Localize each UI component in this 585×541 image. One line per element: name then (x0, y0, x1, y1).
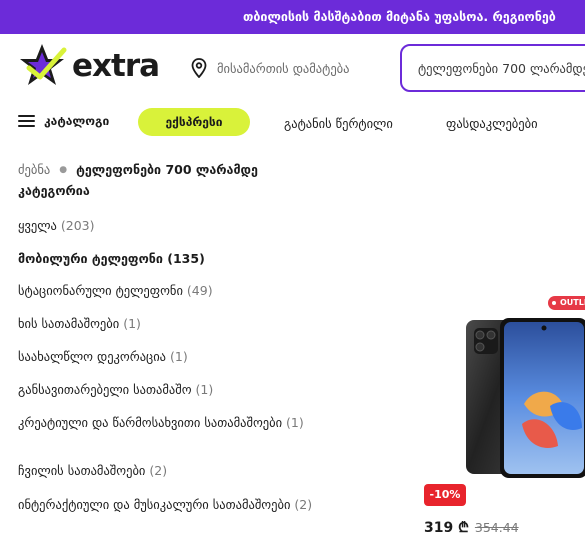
category-item-mobile-phones[interactable]: მობილური ტელეფონი (135) (18, 250, 358, 267)
discount-badge: -10% (424, 484, 466, 506)
category-label: მობილური ტელეფონი (18, 251, 163, 266)
breadcrumb-current: ტელეფონები 700 ლარამდე (76, 162, 258, 177)
product-card[interactable]: OUTLET -10% 319 ₾ (420, 296, 585, 541)
category-count: (135) (167, 251, 205, 266)
category-item-creative-toys[interactable]: კრეატიული და წარმოსახვითი სათამაშოები (1… (18, 414, 358, 431)
category-count: (1) (170, 349, 188, 364)
category-item-interactive-music-toys[interactable]: ინტერაქტიული და მუსიკალური სათამაშოები (… (18, 496, 358, 513)
old-price: 354.44 (474, 520, 519, 535)
category-item-new-year-decor[interactable]: საახალწლო დეკორაცია (1) (18, 348, 358, 365)
category-item-baby-toys[interactable]: ჩვილის სათამაშოები (2) (18, 462, 358, 479)
express-button[interactable]: ექსპრესი (138, 108, 250, 136)
extra-logo[interactable]: extra (20, 42, 160, 92)
main-nav: კატალოგი ექსპრესი გატანის წერტილი ფასდაკ… (0, 102, 585, 146)
category-count: (1) (123, 316, 141, 331)
star-logo-icon (20, 44, 67, 85)
catalog-button[interactable]: კატალოგი (18, 114, 109, 128)
category-count: (2) (294, 497, 313, 512)
category-item-landline-phones[interactable]: სტაციონარული ტელეფონი (49) (18, 282, 358, 299)
location-pin-icon (191, 58, 207, 78)
address-label: მისამართის დამატება (217, 60, 350, 76)
breadcrumb: ძებნა ● ტელეფონები 700 ლარამდე (18, 162, 258, 177)
category-filter-title: კატეგორია (18, 183, 90, 198)
promo-text: თბილისის მასშტაბით მიტანა უფასოა. რეგიონ… (243, 9, 556, 24)
address-selector[interactable]: მისამართის დამატება (191, 56, 349, 80)
outlet-badge: OUTLET (548, 296, 585, 310)
dot-icon (552, 301, 556, 305)
current-price: 319 ₾ (424, 520, 469, 536)
promo-bar: თბილისის მასშტაბით მიტანა უფასოა. რეგიონ… (0, 0, 585, 34)
category-label: კრეატიული და წარმოსახვითი სათამაშოები (18, 415, 283, 430)
category-item-all[interactable]: ყველა (203) (18, 217, 358, 234)
category-count: (1) (286, 415, 304, 430)
category-item-developmental-toy[interactable]: განსავითარებელი სათამაშო (1) (18, 381, 358, 398)
category-count: (49) (186, 283, 213, 298)
search-box[interactable] (400, 44, 585, 92)
category-label: ინტერაქტიული და მუსიკალური სათამაშოები (18, 497, 291, 512)
price-row: 319 ₾ 354.44 (424, 518, 519, 537)
category-label: საახალწლო დეკორაცია (18, 349, 167, 364)
breadcrumb-search[interactable]: ძებნა (18, 162, 50, 177)
category-label: ყველა (18, 218, 57, 233)
category-label: განსავითარებელი სათამაშო (18, 382, 192, 397)
header: extra მისამართის დამატება (0, 34, 585, 102)
category-item-wooden-toys[interactable]: ხის სათამაშოები (1) (18, 315, 358, 332)
category-label: ჩვილის სათამაშოები (18, 463, 146, 478)
product-phone-image[interactable] (464, 316, 585, 478)
hamburger-menu-icon (18, 115, 35, 127)
category-count: (2) (149, 463, 168, 478)
category-count: (203) (60, 218, 95, 233)
logo-text: extra (72, 48, 160, 84)
nav-link-pickup-points[interactable]: გატანის წერტილი (284, 116, 393, 131)
nav-link-discounts[interactable]: ფასდაკლებები (446, 116, 538, 131)
search-input[interactable] (418, 60, 585, 76)
category-label: სტაციონარული ტელეფონი (18, 283, 183, 298)
catalog-label: კატალოგი (44, 114, 110, 128)
breadcrumb-separator-icon: ● (59, 164, 68, 175)
category-count: (1) (195, 382, 214, 397)
category-label: ხის სათამაშოები (18, 316, 120, 331)
outlet-label: OUTLET (560, 298, 585, 307)
